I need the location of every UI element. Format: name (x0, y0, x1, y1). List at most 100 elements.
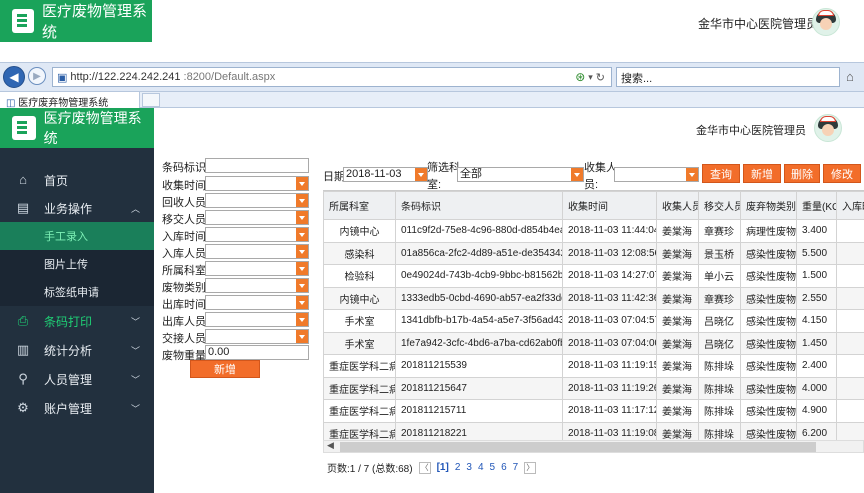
scrollbar-thumb[interactable] (340, 442, 816, 452)
dropdown-arrow-icon (296, 262, 308, 275)
browser-tab-strip: ◫ 医疗废弃物管理系统 (0, 92, 864, 108)
address-bar[interactable]: ▣ http://122.224.242.241:8200/Default.as… (52, 67, 612, 87)
table-row[interactable]: 内镜中心1333edb5-0cbd-4690-ab57-ea2f33dde95a… (323, 286, 864, 310)
column-header[interactable]: 入库时 (836, 191, 864, 220)
browser-search-input[interactable]: 搜索... (616, 67, 840, 87)
weight-input[interactable]: 0.00 (205, 345, 309, 360)
add-button[interactable]: 新增 (743, 164, 781, 183)
dept-filter-select[interactable]: 全部 (457, 167, 584, 182)
next-page-icon[interactable]: 〉 (524, 461, 537, 474)
handover-select[interactable] (205, 210, 309, 225)
outer-user-name: 金华市中心医院管理员 (697, 17, 818, 31)
scroll-left-icon[interactable]: ◀ (327, 440, 334, 451)
cell-collector: 姜棠海 (656, 264, 699, 288)
forward-arrow-icon[interactable]: ▶ (28, 67, 46, 85)
page-link[interactable]: 6 (501, 462, 507, 473)
form-label-recycler: 回收人员 (162, 197, 206, 209)
back-arrow-icon[interactable]: ◀ (3, 66, 25, 88)
form-add-button[interactable]: 新增 (190, 360, 260, 378)
dropdown-arrow-icon (571, 168, 583, 181)
cell-department: 手术室 (323, 331, 396, 355)
address-host: http://122.224.242.241 (70, 71, 181, 83)
cell-collect-time: 2018-11-03 12:08:56 (562, 241, 657, 265)
column-header[interactable]: 收集人员 (656, 191, 699, 220)
cell-department: 重症医学科二病区 (323, 354, 396, 378)
inner-avatar-icon[interactable] (814, 114, 842, 142)
page-link-current[interactable]: [1] (437, 462, 449, 473)
compat-icon[interactable]: ⊛ (575, 70, 585, 84)
date-select[interactable]: 2018-11-03 (343, 167, 428, 182)
horizontal-scrollbar[interactable]: ◀ (323, 440, 864, 453)
sidebar-item-personnel[interactable]: ⚲ 人员管理 ﹀ (0, 365, 154, 393)
refresh-icon[interactable]: ↻ (596, 71, 611, 84)
page-link[interactable]: 5 (490, 462, 496, 473)
prev-page-icon[interactable]: 〈 (418, 461, 431, 474)
home-browser-icon[interactable]: ⌂ (846, 69, 854, 84)
cell-collector: 姜棠海 (656, 399, 699, 423)
table-row[interactable]: 重症医学科二病区2018112156472018-11-03 11:19:26姜… (323, 376, 864, 400)
cell-handover: 章赛珍 (698, 219, 741, 243)
dropdown-arrow-icon[interactable]: ▾ (588, 72, 593, 83)
cell-storage-time (836, 399, 864, 423)
data-table-container: 所属科室 条码标识 收集时间 收集人员 移交人员 废弃物类别 重量(KG) 入库… (323, 190, 864, 440)
edit-button[interactable]: 修改 (823, 164, 861, 183)
table-row[interactable]: 检验科0e49024d-743b-4cb9-9bbc-b81562b2390a2… (323, 264, 864, 288)
table-row[interactable]: 重症医学科二病区2018112155392018-11-03 11:19:15姜… (323, 354, 864, 378)
table-row[interactable]: 感染科01a856ca-2fc2-4d89-a51e-de35434246912… (323, 241, 864, 265)
column-header[interactable]: 废弃物类别 (740, 191, 797, 220)
page-link[interactable]: 3 (466, 462, 472, 473)
table-row[interactable]: 手术室1341dbfb-b17b-4a54-a5e7-3f56ad43316a2… (323, 309, 864, 333)
column-header[interactable]: 条码标识 (395, 191, 563, 220)
page-link[interactable]: 2 (455, 462, 461, 473)
recycler-select[interactable] (205, 193, 309, 208)
new-tab-button[interactable] (142, 93, 160, 107)
table-row[interactable]: 重症医学科二病区2018112157112018-11-03 11:17:12姜… (323, 399, 864, 423)
form-label-transfer-person: 交接人员 (162, 333, 206, 345)
column-header[interactable]: 重量(KG) (796, 191, 837, 220)
cell-barcode: 1341dbfb-b17b-4a54-a5e7-3f56ad43316a (395, 309, 563, 333)
chevron-up-icon: ︿ (130, 203, 140, 214)
page-link[interactable]: 7 (513, 462, 519, 473)
sidebar-item-barcode-print[interactable]: ⎙ 条码打印 ﹀ (0, 307, 154, 335)
inner-user-name: 金华市中心医院管理员 (696, 125, 806, 137)
sidebar-item-label: 标签纸申请 (44, 287, 99, 299)
delete-button[interactable]: 删除 (784, 164, 820, 183)
waste-type-select[interactable] (205, 278, 309, 293)
transfer-person-select[interactable] (205, 329, 309, 344)
column-header[interactable]: 所属科室 (323, 191, 396, 220)
sidebar-item-label-request[interactable]: 标签纸申请 (0, 278, 154, 306)
cell-storage-time (836, 241, 864, 265)
sidebar-item-manual-entry[interactable]: 手工录入 (0, 222, 154, 250)
page-link[interactable]: 4 (478, 462, 484, 473)
storage-time-select[interactable] (205, 227, 309, 242)
sidebar-item-label: 人员管理 (44, 372, 93, 387)
sidebar-item-business[interactable]: ▤ 业务操作 ︿ (0, 194, 154, 222)
sidebar-item-statistics[interactable]: ▥ 统计分析 ﹀ (0, 336, 154, 364)
sidebar-item-account[interactable]: ⚙ 账户管理 ﹀ (0, 394, 154, 422)
column-header[interactable]: 移交人员 (698, 191, 741, 220)
query-button[interactable]: 查询 (702, 164, 740, 183)
sidebar-item-image-upload[interactable]: 图片上传 (0, 250, 154, 278)
cell-handover: 吕晓亿 (698, 331, 741, 355)
sidebar-item-home[interactable]: ⌂ 首页 (0, 166, 154, 194)
sidebar-item-label: 首页 (44, 173, 69, 188)
out-time-select[interactable] (205, 295, 309, 310)
collect-time-select[interactable] (205, 176, 309, 191)
browser-tab[interactable]: ◫ 医疗废弃物管理系统 (0, 92, 140, 108)
out-person-select[interactable] (205, 312, 309, 327)
column-header[interactable]: 收集时间 (562, 191, 657, 220)
barcode-input[interactable] (205, 158, 309, 173)
department-select[interactable] (205, 261, 309, 276)
outer-avatar-icon[interactable] (812, 8, 840, 36)
cell-collect-time: 2018-11-03 11:19:15 (562, 354, 657, 378)
cell-collect-time: 2018-11-03 07:04:57 (562, 309, 657, 333)
storage-person-select[interactable] (205, 244, 309, 259)
table-row[interactable]: 内镜中心011c9f2d-75e8-4c96-880d-d854b4ea2ed4… (323, 219, 864, 243)
dropdown-arrow-icon (296, 194, 308, 207)
collector-filter-select[interactable] (614, 167, 699, 182)
dropdown-arrow-icon (296, 211, 308, 224)
table-row[interactable]: 重症医学科二病区2018112182212018-11-03 11:19:08姜… (323, 421, 864, 440)
table-row[interactable]: 手术室1fe7a942-3cfc-4bd6-a7ba-cd62ab0fb98a2… (323, 331, 864, 355)
form-label-collect-time: 收集时间 (162, 180, 206, 192)
sidebar-item-label: 统计分析 (44, 343, 93, 358)
